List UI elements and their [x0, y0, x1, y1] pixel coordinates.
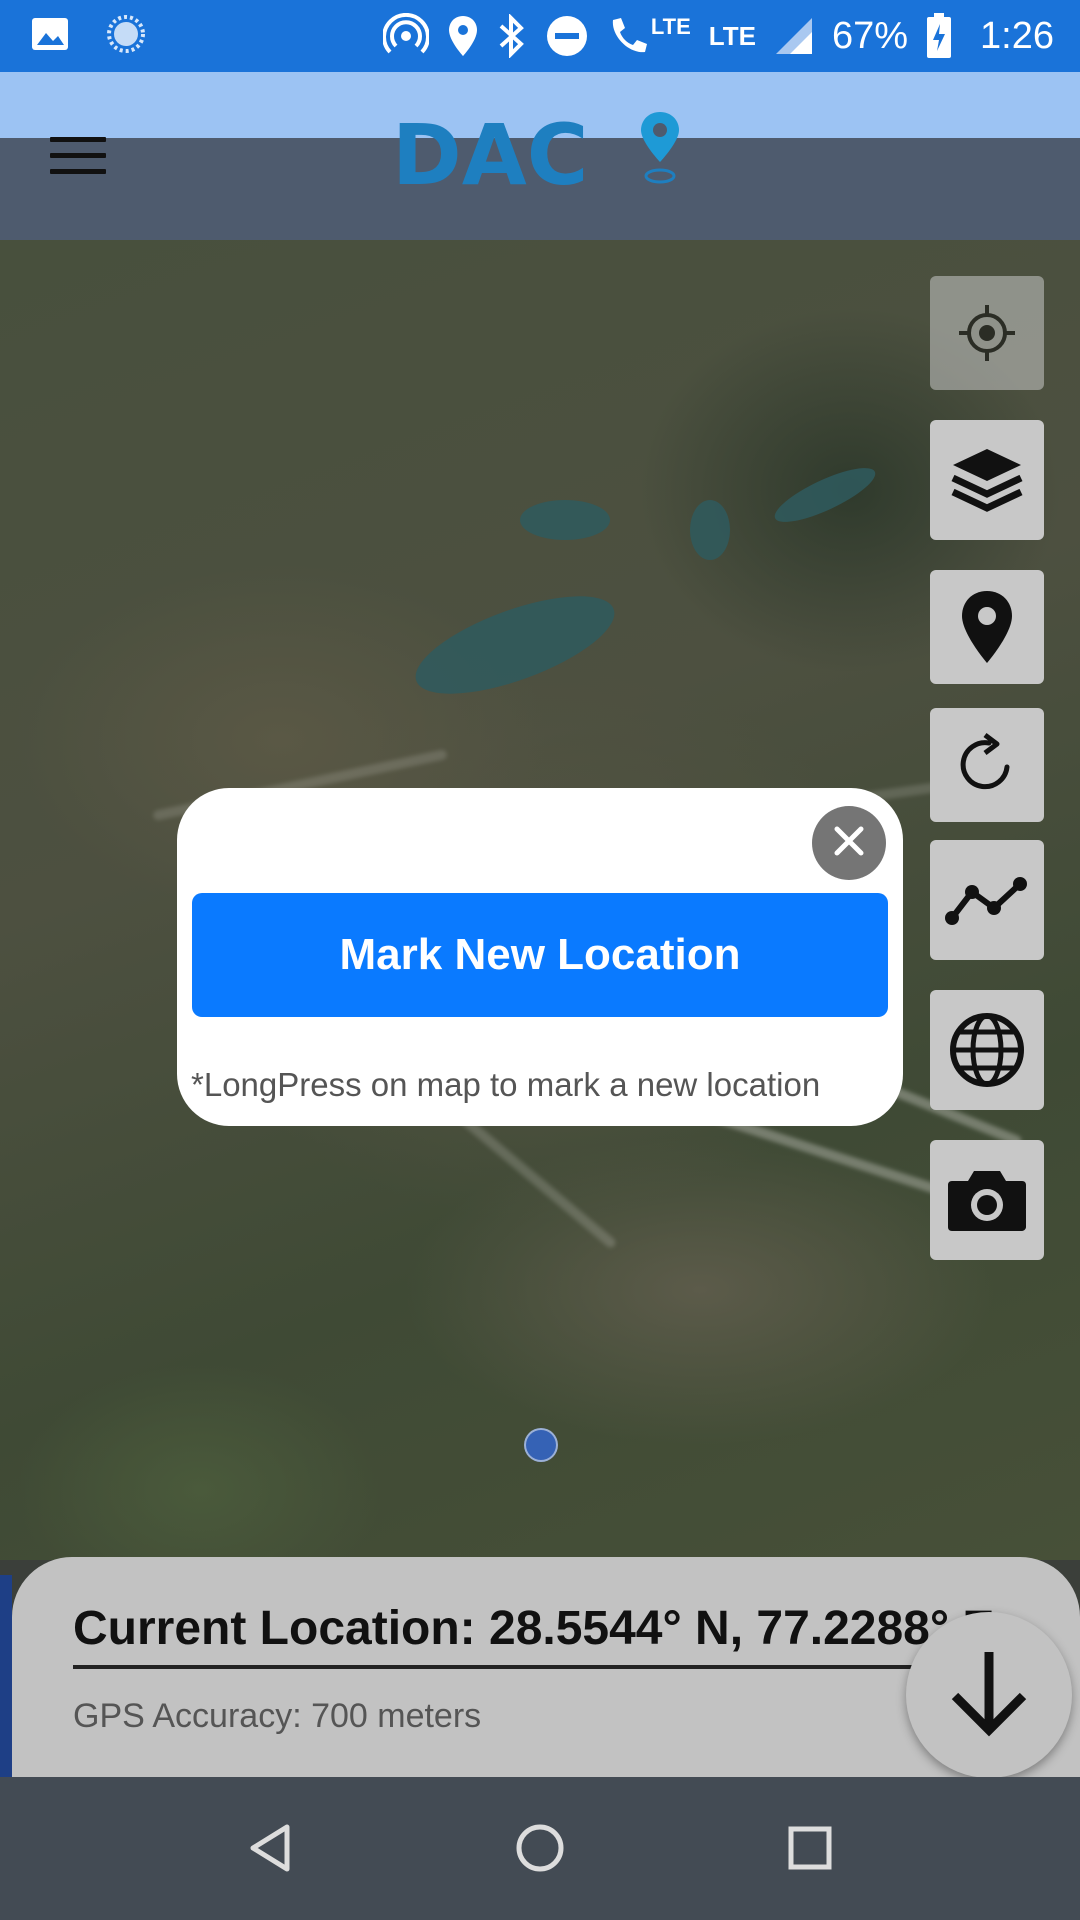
camera-icon: [946, 1167, 1028, 1233]
map-pin-icon: [960, 589, 1014, 665]
arrow-down-icon: [947, 1648, 1031, 1742]
my-location-button[interactable]: [930, 276, 1044, 390]
layers-icon: [949, 445, 1025, 515]
gps-accuracy-text: GPS Accuracy: 700 meters: [73, 1697, 482, 1735]
crosshair-icon: [955, 301, 1019, 365]
signal-icon: [774, 16, 814, 56]
layers-button[interactable]: [930, 420, 1044, 540]
hotspot-icon: [382, 13, 429, 59]
globe-button[interactable]: [930, 990, 1044, 1110]
map-edge-strip: [0, 1575, 12, 1777]
logo-text: DAC: [392, 108, 588, 190]
nav-recents-button[interactable]: [780, 1822, 840, 1878]
marker-button[interactable]: [930, 570, 1044, 684]
status-bar: LTE LTE 67% 1:26: [0, 0, 1080, 72]
line-chart-icon: [944, 872, 1030, 928]
collapse-panel-button[interactable]: [906, 1612, 1072, 1778]
bluetooth-icon: [497, 14, 527, 58]
longpress-hint: *LongPress on map to mark a new location: [191, 1066, 821, 1103]
camera-button[interactable]: [930, 1140, 1044, 1260]
current-location-dot: [524, 1428, 558, 1462]
refresh-button[interactable]: [930, 708, 1044, 822]
globe-icon: [947, 1010, 1027, 1090]
close-icon: [832, 824, 866, 862]
track-button[interactable]: [930, 840, 1044, 960]
dnd-icon: [545, 14, 589, 58]
recents-square-icon: [788, 1826, 832, 1874]
dac-logo: DAC: [392, 106, 682, 204]
current-location-text: Current Location: 28.5544° N, 77.2288° E: [73, 1602, 995, 1655]
battery-percent: 67%: [831, 14, 909, 57]
volte-call-icon: [607, 14, 647, 58]
hamburger-menu-icon[interactable]: [50, 137, 106, 177]
sync-icon: [104, 12, 148, 56]
network-label-1: LTE: [650, 14, 691, 39]
nav-back-button[interactable]: [240, 1822, 300, 1878]
location-icon: [447, 14, 479, 58]
close-popup-button[interactable]: [812, 806, 886, 880]
back-triangle-icon: [247, 1823, 293, 1877]
network-label-2: LTE: [708, 20, 756, 51]
clock: 1:26: [980, 14, 1054, 57]
nav-home-button[interactable]: [510, 1822, 570, 1878]
home-circle-icon: [515, 1823, 565, 1877]
refresh-icon: [955, 733, 1019, 797]
location-divider: [73, 1665, 1021, 1669]
image-icon: [30, 14, 70, 54]
battery-charging-icon: [926, 13, 952, 59]
mark-new-location-button[interactable]: Mark New Location: [192, 893, 888, 1017]
